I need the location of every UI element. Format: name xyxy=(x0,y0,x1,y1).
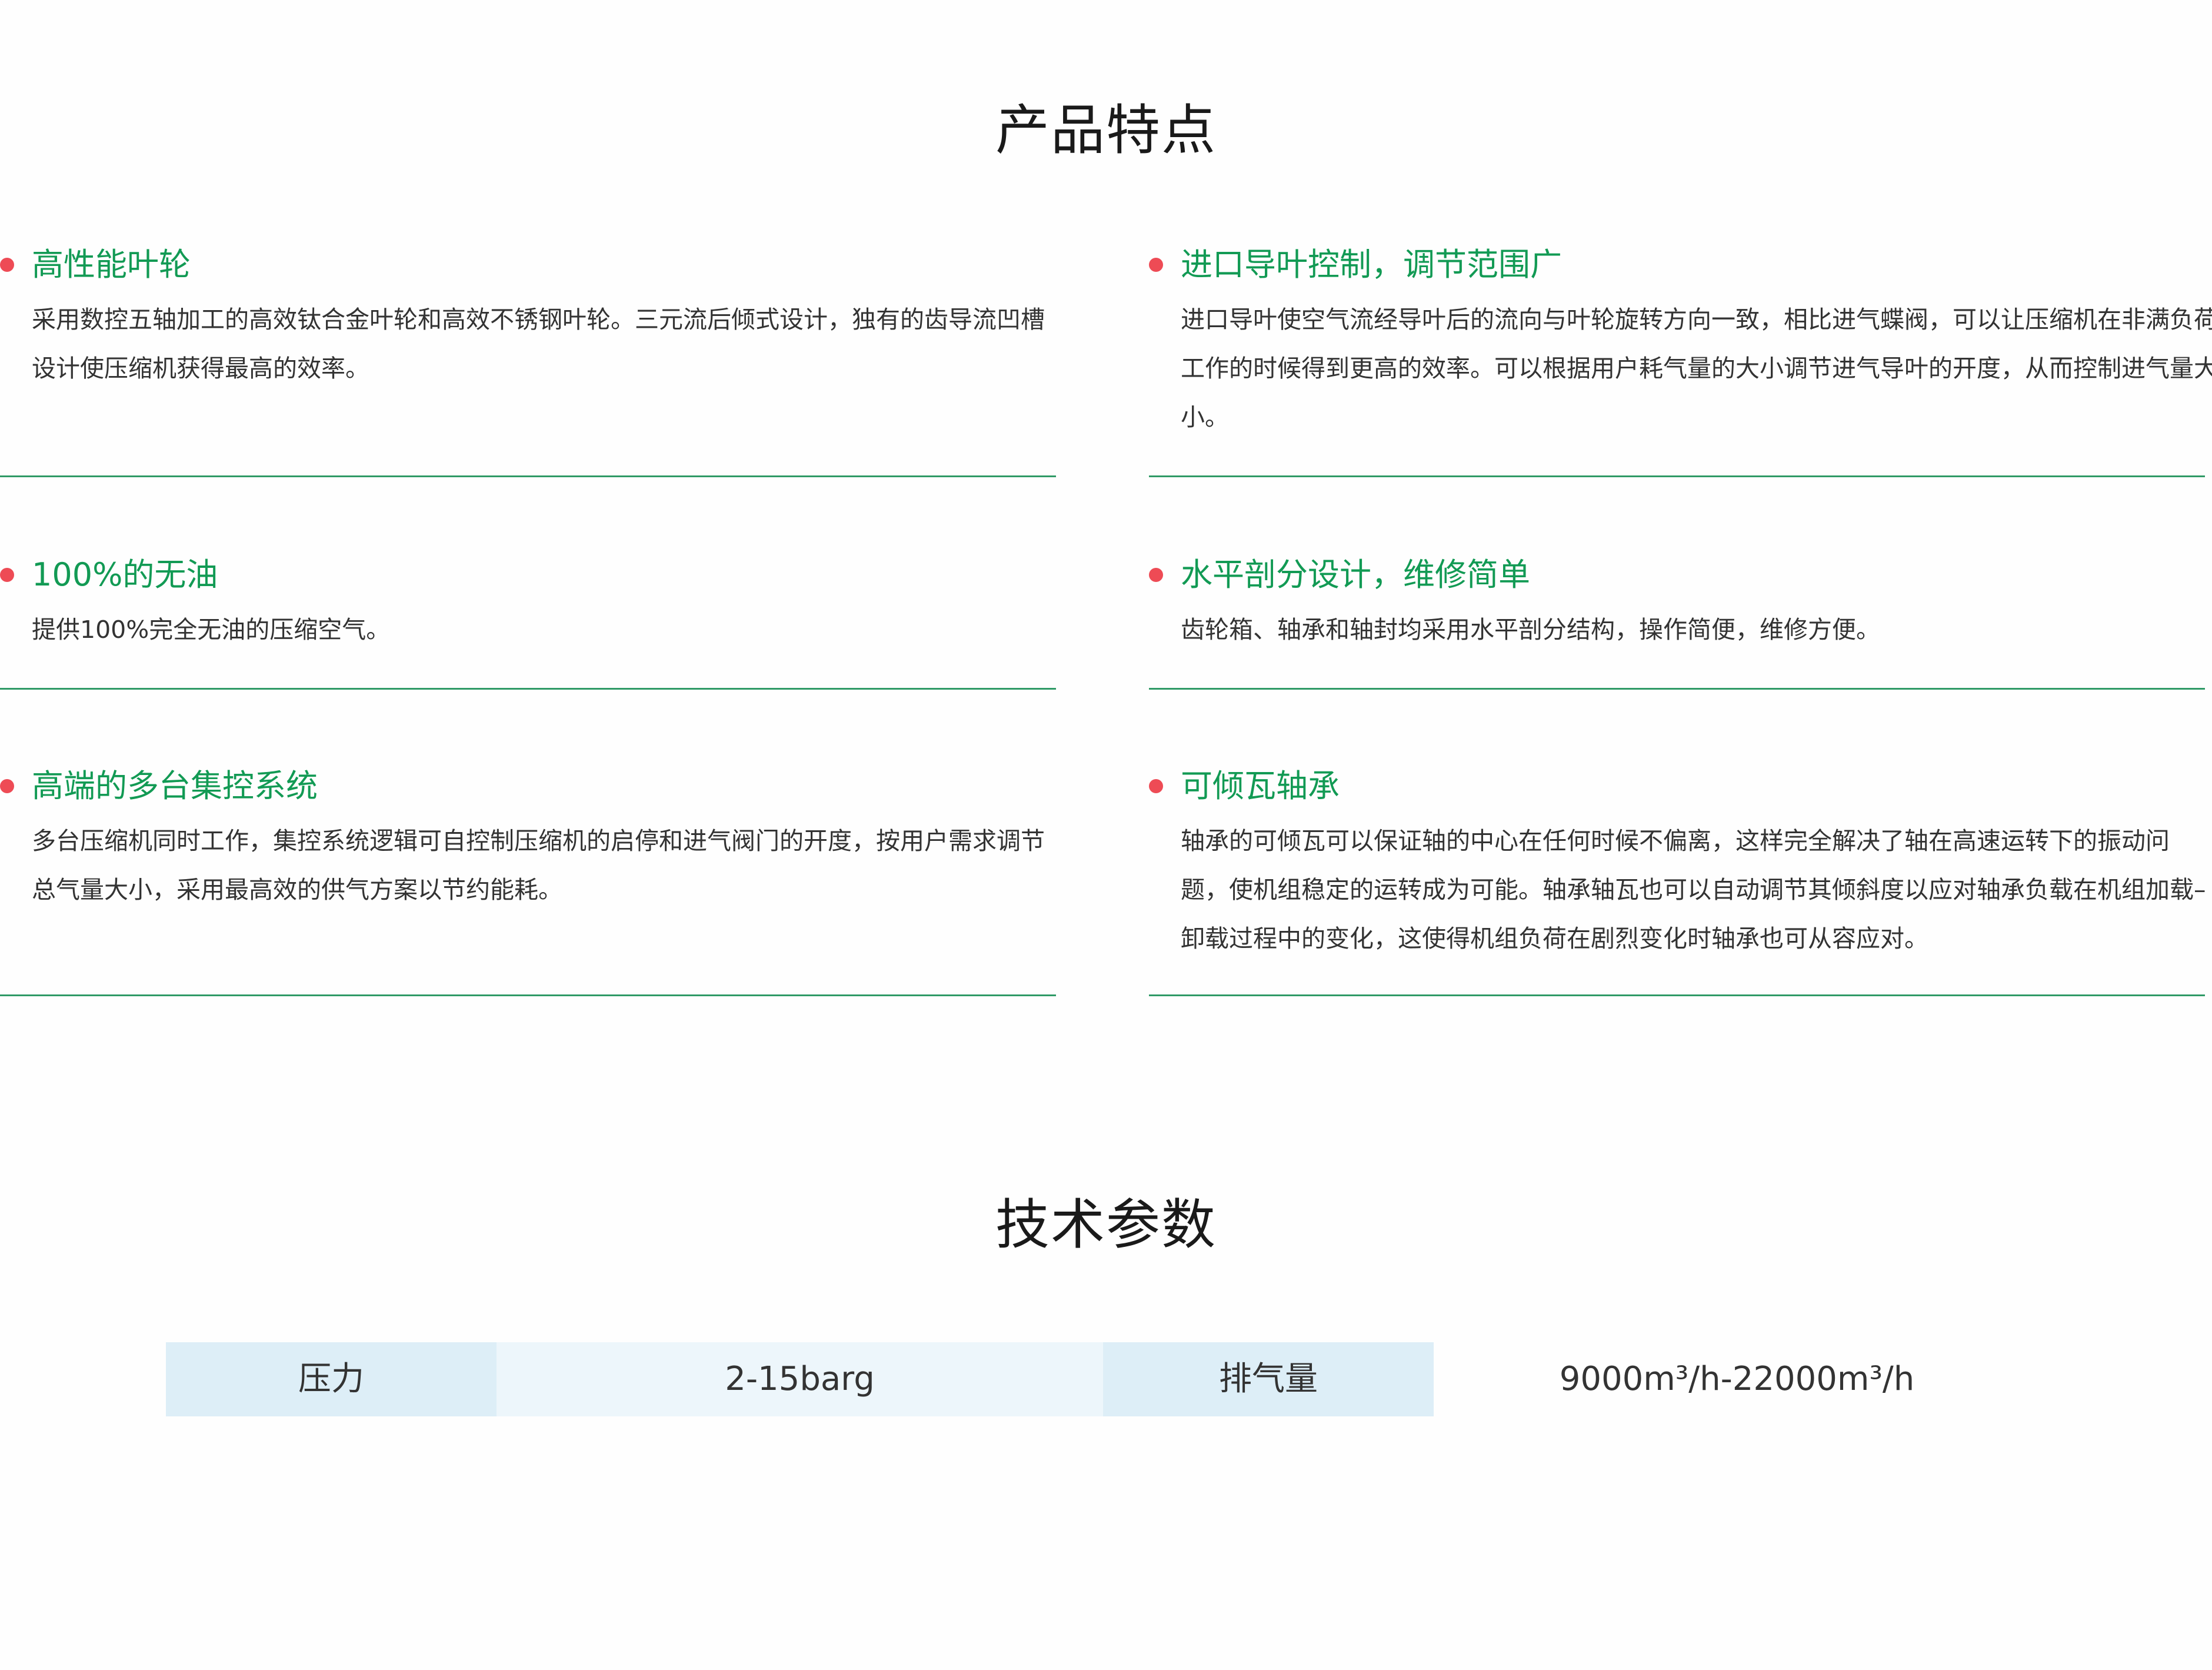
feature-header: 进口导叶控制，调节范围广 xyxy=(1149,241,2205,288)
feature-divider xyxy=(0,475,1056,477)
spec-table: 压力 2-15barg 排气量 9000m³/h-22000m³/h xyxy=(166,1342,2040,1416)
feature-header: 高端的多台集控系统 xyxy=(0,763,1056,810)
feature-description: 进口导叶使空气流经导叶后的流向与叶轮旋转方向一致，相比进气蝶阀，可以让压缩机在非… xyxy=(1181,305,2212,431)
feature-item: 进口导叶控制，调节范围广 进口导叶使空气流经导叶后的流向与叶轮旋转方向一致，相比… xyxy=(1149,241,2212,477)
feature-description: 齿轮箱、轴承和轴封均采用水平剖分结构，操作简便，维修方便。 xyxy=(1181,616,1880,644)
feature-item: 高端的多台集控系统 多台压缩机同时工作，集控系统逻辑可自控制压缩机的启停和进气阀… xyxy=(0,763,1056,996)
feature-divider xyxy=(1149,688,2205,690)
feature-title: 高端的多台集控系统 xyxy=(32,767,318,804)
feature-description: 多台压缩机同时工作，集控系统逻辑可自控制压缩机的启停和进气阀门的开度，按用户需求… xyxy=(32,827,1045,904)
spec-value-pressure: 2-15barg xyxy=(497,1342,1103,1416)
feature-item: 高性能叶轮 采用数控五轴加工的高效钛合金叶轮和高效不锈钢叶轮。三元流后倾式设计，… xyxy=(0,241,1056,477)
feature-description: 采用数控五轴加工的高效钛合金叶轮和高效不锈钢叶轮。三元流后倾式设计，独有的齿导流… xyxy=(32,305,1045,382)
feature-description: 提供100%完全无油的压缩空气。 xyxy=(32,616,391,644)
specs-section-title: 技术参数 xyxy=(995,1193,1217,1256)
feature-header: 可倾瓦轴承 xyxy=(1149,763,2205,810)
spec-value-air-delivery: 9000m³/h-22000m³/h xyxy=(1434,1342,2040,1416)
spec-label-pressure: 压力 xyxy=(166,1342,497,1416)
feature-divider xyxy=(0,994,1056,996)
feature-title: 水平剖分设计，维修简单 xyxy=(1181,556,1530,593)
feature-header: 100%的无油 xyxy=(0,551,1056,598)
feature-header: 水平剖分设计，维修简单 xyxy=(1149,551,2205,598)
bullet-dot-icon xyxy=(0,568,14,582)
feature-item: 100%的无油 提供100%完全无油的压缩空气。 xyxy=(0,551,1056,690)
features-section-title: 产品特点 xyxy=(995,99,1217,162)
feature-divider xyxy=(1149,994,2205,996)
feature-divider xyxy=(1149,475,2205,477)
bullet-dot-icon xyxy=(1149,258,1163,272)
feature-title: 高性能叶轮 xyxy=(32,246,191,283)
bullet-dot-icon xyxy=(0,779,14,793)
feature-header: 高性能叶轮 xyxy=(0,241,1056,288)
feature-item: 可倾瓦轴承 轴承的可倾瓦可以保证轴的中心在任何时候不偏离，这样完全解决了轴在高速… xyxy=(1149,763,2206,996)
feature-title: 进口导叶控制，调节范围广 xyxy=(1181,246,1562,283)
feature-divider xyxy=(0,688,1056,690)
spec-label-air-delivery: 排气量 xyxy=(1103,1342,1434,1416)
feature-description: 轴承的可倾瓦可以保证轴的中心在任何时候不偏离，这样完全解决了轴在高速运转下的振动… xyxy=(1181,827,2206,953)
bullet-dot-icon xyxy=(0,258,14,272)
feature-item: 水平剖分设计，维修简单 齿轮箱、轴承和轴封均采用水平剖分结构，操作简便，维修方便… xyxy=(1149,551,2205,690)
feature-title: 100%的无油 xyxy=(32,556,218,593)
bullet-dot-icon xyxy=(1149,779,1163,793)
bullet-dot-icon xyxy=(1149,568,1163,582)
feature-title: 可倾瓦轴承 xyxy=(1181,767,1340,804)
